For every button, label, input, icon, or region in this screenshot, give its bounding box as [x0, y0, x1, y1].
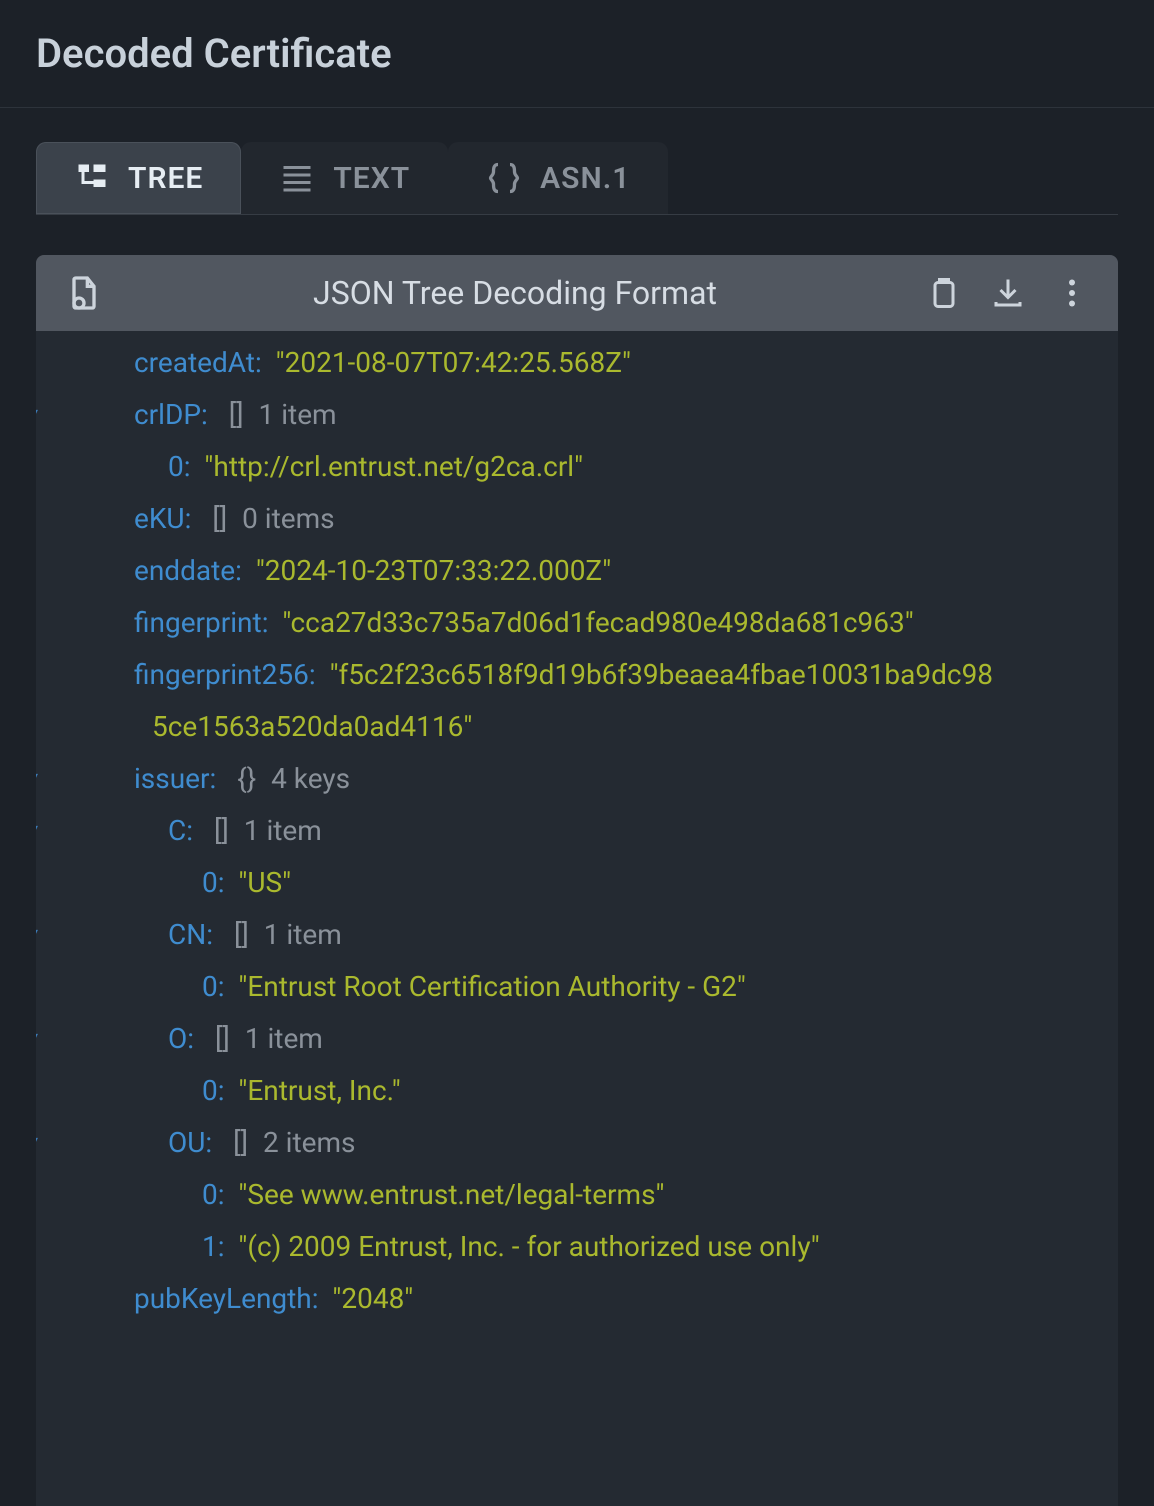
- tree-panel: JSON Tree Decoding Format: [36, 255, 1118, 1506]
- tree-value: 5ce1563a520da0ad4116": [152, 710, 472, 743]
- tree-key: issuer: [134, 762, 216, 795]
- tree-count: 1 item: [244, 814, 322, 847]
- tree-key: 0: [202, 866, 225, 899]
- tree-bracket: []: [233, 1126, 248, 1159]
- tree-key: 0: [202, 970, 225, 1003]
- tree-key: C: [168, 814, 193, 847]
- text-lines-icon: [279, 160, 315, 196]
- tree-row-crldp[interactable]: crlDP [] 1 item: [56, 389, 1098, 441]
- tree-row-issuer-o-0[interactable]: 0 "Entrust, Inc.": [56, 1065, 1098, 1117]
- page-root: Decoded Certificate TREE: [0, 0, 1154, 1506]
- tabs-row: TREE TEXT ASN.1: [36, 142, 1118, 215]
- tree-value: "US": [238, 866, 291, 899]
- braces-icon: [486, 160, 522, 196]
- tree-bracket: []: [214, 814, 229, 847]
- panel-toolbar: JSON Tree Decoding Format: [36, 255, 1118, 331]
- tree-row-fingerprint[interactable]: fingerprint "cca27d33c735a7d06d1fecad980…: [56, 597, 1098, 649]
- tree-count: 4 keys: [271, 762, 350, 795]
- tree-value: "See www.entrust.net/legal-terms": [238, 1178, 664, 1211]
- tab-asn1-label: ASN.1: [540, 161, 630, 196]
- tree-row-issuer-cn[interactable]: CN [] 1 item: [56, 909, 1098, 961]
- tab-tree-label: TREE: [128, 161, 203, 196]
- tree-key: 0: [168, 450, 191, 483]
- copy-button[interactable]: [926, 275, 962, 311]
- tree-value: "http://crl.entrust.net/g2ca.crl": [204, 450, 583, 483]
- tree-key: fingerprint256: [134, 658, 316, 691]
- tree-row-issuer-cn-0[interactable]: 0 "Entrust Root Certification Authority …: [56, 961, 1098, 1013]
- more-button[interactable]: [1054, 275, 1090, 311]
- tree-row-issuer-c-0[interactable]: 0 "US": [56, 857, 1098, 909]
- tree-body[interactable]: createdAt "2021-08-07T07:42:25.568Z" crl…: [36, 331, 1118, 1325]
- tree-row-eku[interactable]: eKU [] 0 items: [56, 493, 1098, 545]
- tree-key: OU: [168, 1126, 212, 1159]
- tree-key: 0: [202, 1074, 225, 1107]
- tree-row-issuer[interactable]: issuer {} 4 keys: [56, 753, 1098, 805]
- tab-asn1[interactable]: ASN.1: [448, 142, 668, 214]
- tree-row-issuer-o[interactable]: O [] 1 item: [56, 1013, 1098, 1065]
- tree-value: "cca27d33c735a7d06d1fecad980e498da681c96…: [282, 606, 913, 639]
- tree-row-enddate[interactable]: enddate "2024-10-23T07:33:22.000Z": [56, 545, 1098, 597]
- tree-value: "2024-10-23T07:33:22.000Z": [256, 554, 611, 587]
- tree-value: "2021-08-07T07:42:25.568Z": [276, 346, 631, 379]
- tree-row-issuer-ou[interactable]: OU [] 2 items: [56, 1117, 1098, 1169]
- tab-text[interactable]: TEXT: [241, 142, 448, 214]
- tree-value: "(c) 2009 Entrust, Inc. - for authorized…: [238, 1230, 819, 1263]
- tree-key: crlDP: [134, 398, 208, 431]
- tree-icon: [74, 160, 110, 196]
- tree-bracket: []: [229, 398, 244, 431]
- tree-key: pubKeyLength: [134, 1282, 319, 1315]
- tree-row-issuer-c[interactable]: C [] 1 item: [56, 805, 1098, 857]
- certificate-icon: [64, 273, 104, 313]
- header: Decoded Certificate: [0, 0, 1154, 108]
- tree-value: "Entrust, Inc.": [238, 1074, 400, 1107]
- tree-value: "f5c2f23c6518f9d19b6f39beaea4fbae10031ba…: [330, 658, 993, 691]
- tree-key: eKU: [134, 502, 191, 535]
- tree-key: createdAt: [134, 346, 262, 379]
- tree-row-issuer-ou-1[interactable]: 1 "(c) 2009 Entrust, Inc. - for authoriz…: [56, 1221, 1098, 1273]
- tree-key: 0: [202, 1178, 225, 1211]
- page-title: Decoded Certificate: [36, 30, 1118, 77]
- tree-count: 0 items: [242, 502, 335, 535]
- tree-bracket: {}: [237, 762, 256, 795]
- tree-bracket: []: [212, 502, 227, 535]
- tree-row-issuer-ou-0[interactable]: 0 "See www.entrust.net/legal-terms": [56, 1169, 1098, 1221]
- tree-key: 1: [202, 1230, 225, 1263]
- tree-row-fingerprint256-wrap: 5ce1563a520da0ad4116": [56, 701, 1098, 753]
- tree-value: "Entrust Root Certification Authority - …: [238, 970, 745, 1003]
- tree-value: "2048": [332, 1282, 413, 1315]
- tree-bracket: []: [215, 1022, 230, 1055]
- tree-bracket: []: [234, 918, 249, 951]
- tree-key: O: [168, 1022, 194, 1055]
- tree-key: CN: [168, 918, 213, 951]
- tab-text-label: TEXT: [333, 161, 410, 196]
- tab-tree[interactable]: TREE: [36, 142, 241, 214]
- tree-count: 2 items: [263, 1126, 356, 1159]
- tree-count: 1 item: [245, 1022, 323, 1055]
- tree-key: enddate: [134, 554, 242, 587]
- tree-row-createdat[interactable]: createdAt "2021-08-07T07:42:25.568Z": [56, 337, 1098, 389]
- panel-title: JSON Tree Decoding Format: [124, 274, 906, 312]
- tree-count: 1 item: [259, 398, 337, 431]
- tree-count: 1 item: [264, 918, 342, 951]
- tree-key: fingerprint: [134, 606, 268, 639]
- download-button[interactable]: [990, 275, 1026, 311]
- tree-row-crldp-0[interactable]: 0 "http://crl.entrust.net/g2ca.crl": [56, 441, 1098, 493]
- toolbar-actions: [926, 275, 1090, 311]
- tree-row-fingerprint256[interactable]: fingerprint256 "f5c2f23c6518f9d19b6f39be…: [56, 649, 1098, 701]
- tree-row-pubkeylength[interactable]: pubKeyLength "2048": [56, 1273, 1098, 1325]
